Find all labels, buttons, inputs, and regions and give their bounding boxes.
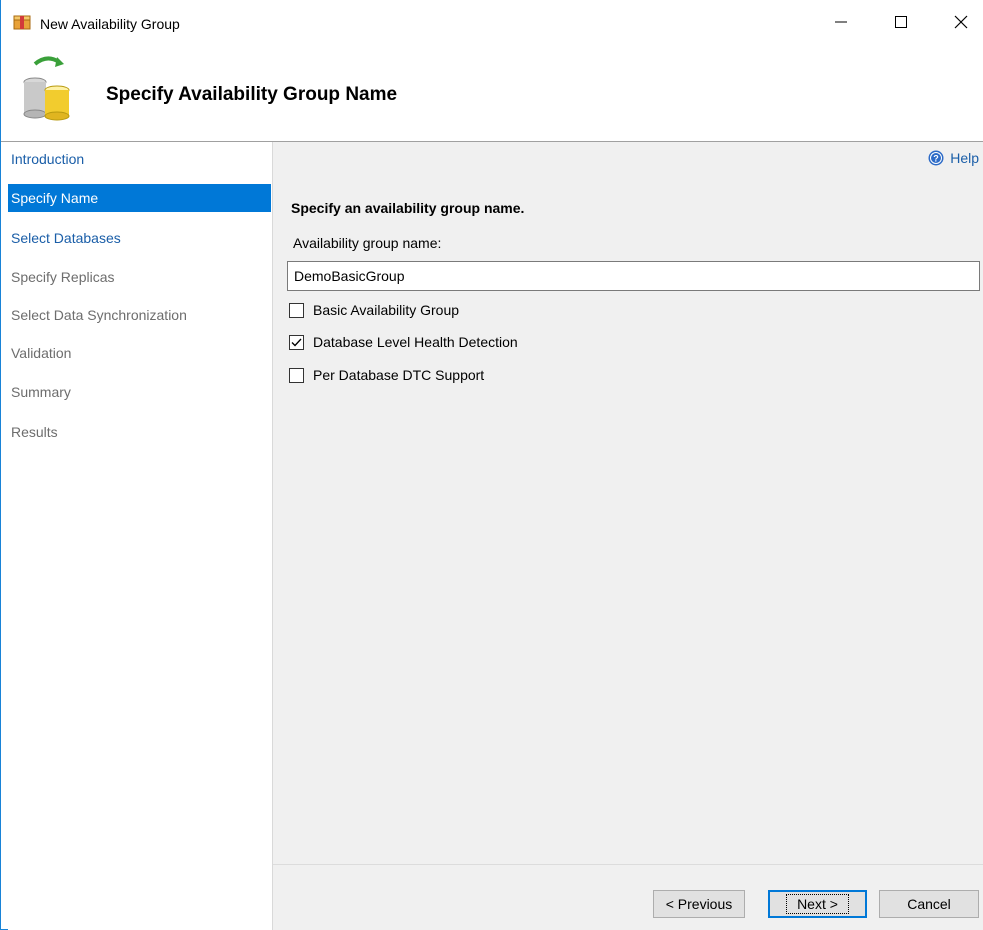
title-bar: New Availability Group [1,0,983,44]
checkbox-label: Per Database DTC Support [313,367,485,383]
help-icon: ? [928,150,944,166]
nav-item-specify-name[interactable]: Specify Name [8,184,271,212]
page-title: Specify Availability Group Name [106,84,398,105]
checkmark-icon [291,338,302,346]
next-button[interactable]: Next > [768,890,867,918]
basic-availability-group-checkbox[interactable]: Basic Availability Group [289,302,459,318]
checkbox-label: Database Level Health Detection [313,334,518,350]
nav-item-validation: Validation [11,345,72,361]
maximize-button[interactable] [878,0,924,44]
help-label: Help [950,150,979,166]
footer-divider [273,864,983,865]
nav-item-introduction[interactable]: Introduction [8,145,271,173]
nav-item-summary: Summary [11,384,71,400]
close-icon [954,15,968,29]
checkbox-box[interactable] [289,334,304,350]
next-button-label: Next > [786,894,849,914]
nav-item-select-databases[interactable]: Select Databases [8,224,271,252]
database-level-health-detection-checkbox[interactable]: Database Level Health Detection [289,334,518,350]
maximize-icon [895,16,907,28]
nav-item-select-data-synchronization: Select Data Synchronization [11,307,187,323]
per-database-dtc-support-checkbox[interactable]: Per Database DTC Support [289,367,484,383]
availability-group-name-label: Availability group name: [293,235,442,251]
checkbox-box[interactable] [289,302,304,318]
close-button[interactable] [938,0,983,44]
window-title: New Availability Group [40,16,180,32]
checkbox-box[interactable] [289,367,304,383]
help-link[interactable]: ? Help [928,150,979,166]
wizard-steps-nav: Introduction Specify Name Select Databas… [8,142,273,930]
svg-text:?: ? [933,154,939,164]
wizard-window: New Availability Group Specify Availabil… [0,0,983,930]
checkbox-label: Basic Availability Group [313,302,460,318]
content-panel: ? Help Specify an availability group nam… [273,142,983,930]
availability-group-name-input[interactable] [287,261,980,291]
cancel-button[interactable]: Cancel [879,890,979,918]
wizard-header: Specify Availability Group Name [1,44,983,142]
nav-item-results: Results [11,424,58,440]
app-icon [13,15,31,30]
minimize-button[interactable] [818,0,864,44]
previous-button[interactable]: < Previous [653,890,745,918]
database-sync-icon [23,56,70,121]
nav-item-specify-replicas: Specify Replicas [11,269,115,285]
section-title: Specify an availability group name. [291,200,525,216]
minimize-icon [835,21,847,23]
